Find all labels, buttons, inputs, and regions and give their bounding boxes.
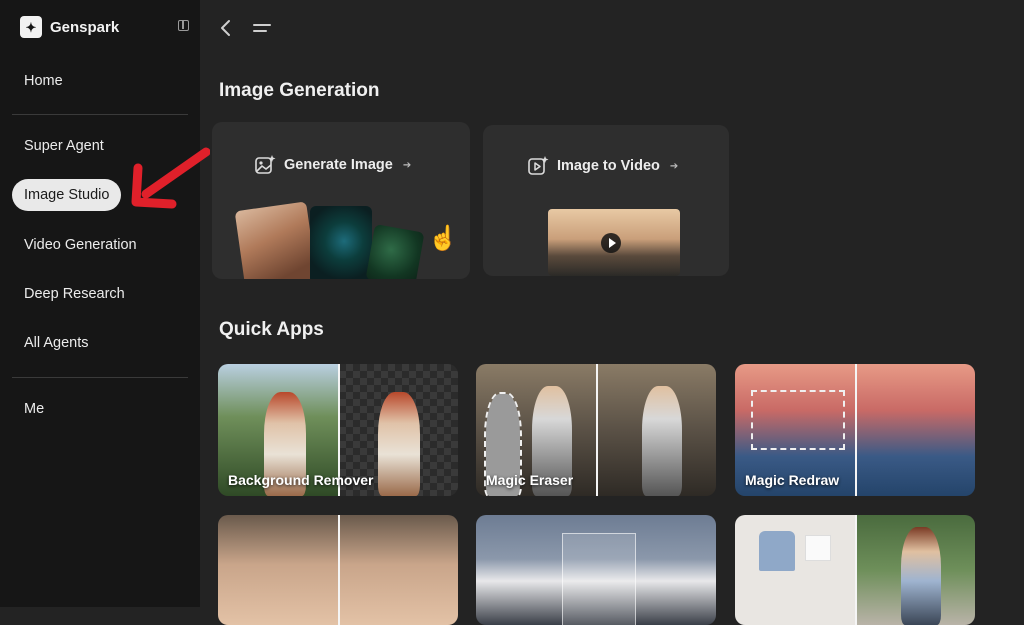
brand[interactable]: ✦ Genspark: [20, 16, 119, 38]
extend-frame: [562, 533, 636, 625]
abstract-thumbnail: [365, 224, 425, 279]
background-remover-card[interactable]: Background Remover: [218, 364, 458, 496]
sidebar-item-image-studio[interactable]: Image Studio: [12, 179, 122, 211]
background-remover-label: Background Remover: [228, 472, 374, 488]
outfit-app-card[interactable]: [735, 515, 975, 625]
generate-image-label: Generate Image: [284, 157, 393, 173]
magic-redraw-label: Magic Redraw: [745, 472, 840, 488]
magic-eraser-card[interactable]: Magic Eraser: [476, 364, 716, 496]
portrait-app-card[interactable]: [218, 515, 458, 625]
sidebar-item-deep-research[interactable]: Deep Research: [24, 286, 125, 302]
person-image: [901, 527, 941, 625]
mountain-app-card[interactable]: [476, 515, 716, 625]
sidebar-item-all-agents[interactable]: All Agents: [24, 335, 89, 351]
image-sparkle-icon: [255, 155, 276, 174]
back-icon[interactable]: [218, 18, 234, 38]
genspark-logo-icon: ✦: [20, 16, 42, 38]
video-sparkle-icon: [528, 156, 549, 175]
magic-eraser-label: Magic Eraser: [486, 472, 574, 488]
sidebar-item-video-generation[interactable]: Video Generation: [24, 237, 137, 253]
brand-name: Genspark: [50, 18, 120, 36]
person-image: [642, 386, 682, 496]
menu-icon[interactable]: [252, 18, 272, 38]
person-image: [378, 392, 420, 496]
play-icon[interactable]: [601, 233, 621, 253]
sidebar-item-super-agent[interactable]: Super Agent: [24, 138, 104, 154]
image-generation-title: Image Generation: [219, 80, 380, 101]
quick-apps-title: Quick Apps: [219, 319, 324, 340]
sidebar-item-home[interactable]: Home: [24, 73, 63, 89]
magic-redraw-card[interactable]: Magic Redraw: [735, 364, 975, 496]
annotation-arrow-icon: [131, 147, 210, 209]
sidebar-divider: [12, 377, 188, 378]
image-to-video-label: Image to Video: [557, 158, 660, 174]
peacock-thumbnail: [310, 206, 372, 279]
arrow-right-icon: ➔: [402, 159, 412, 171]
sidebar-collapse-icon[interactable]: [178, 20, 189, 31]
selection-box: [751, 390, 845, 450]
sidebar-divider: [12, 114, 188, 115]
sidebar: ✦ Genspark Home Super Agent Image Studio…: [0, 0, 200, 607]
arrow-right-icon: ➔: [669, 160, 679, 172]
generate-image-card[interactable]: Generate Image ➔: [212, 122, 470, 279]
hand-cursor-icon: ☝: [428, 225, 458, 252]
portrait-thumbnail: [234, 201, 318, 279]
sidebar-item-me[interactable]: Me: [24, 401, 44, 417]
image-to-video-card[interactable]: Image to Video ➔: [483, 125, 729, 276]
shirt-image: [759, 531, 795, 571]
tshirt-image: [805, 535, 831, 561]
